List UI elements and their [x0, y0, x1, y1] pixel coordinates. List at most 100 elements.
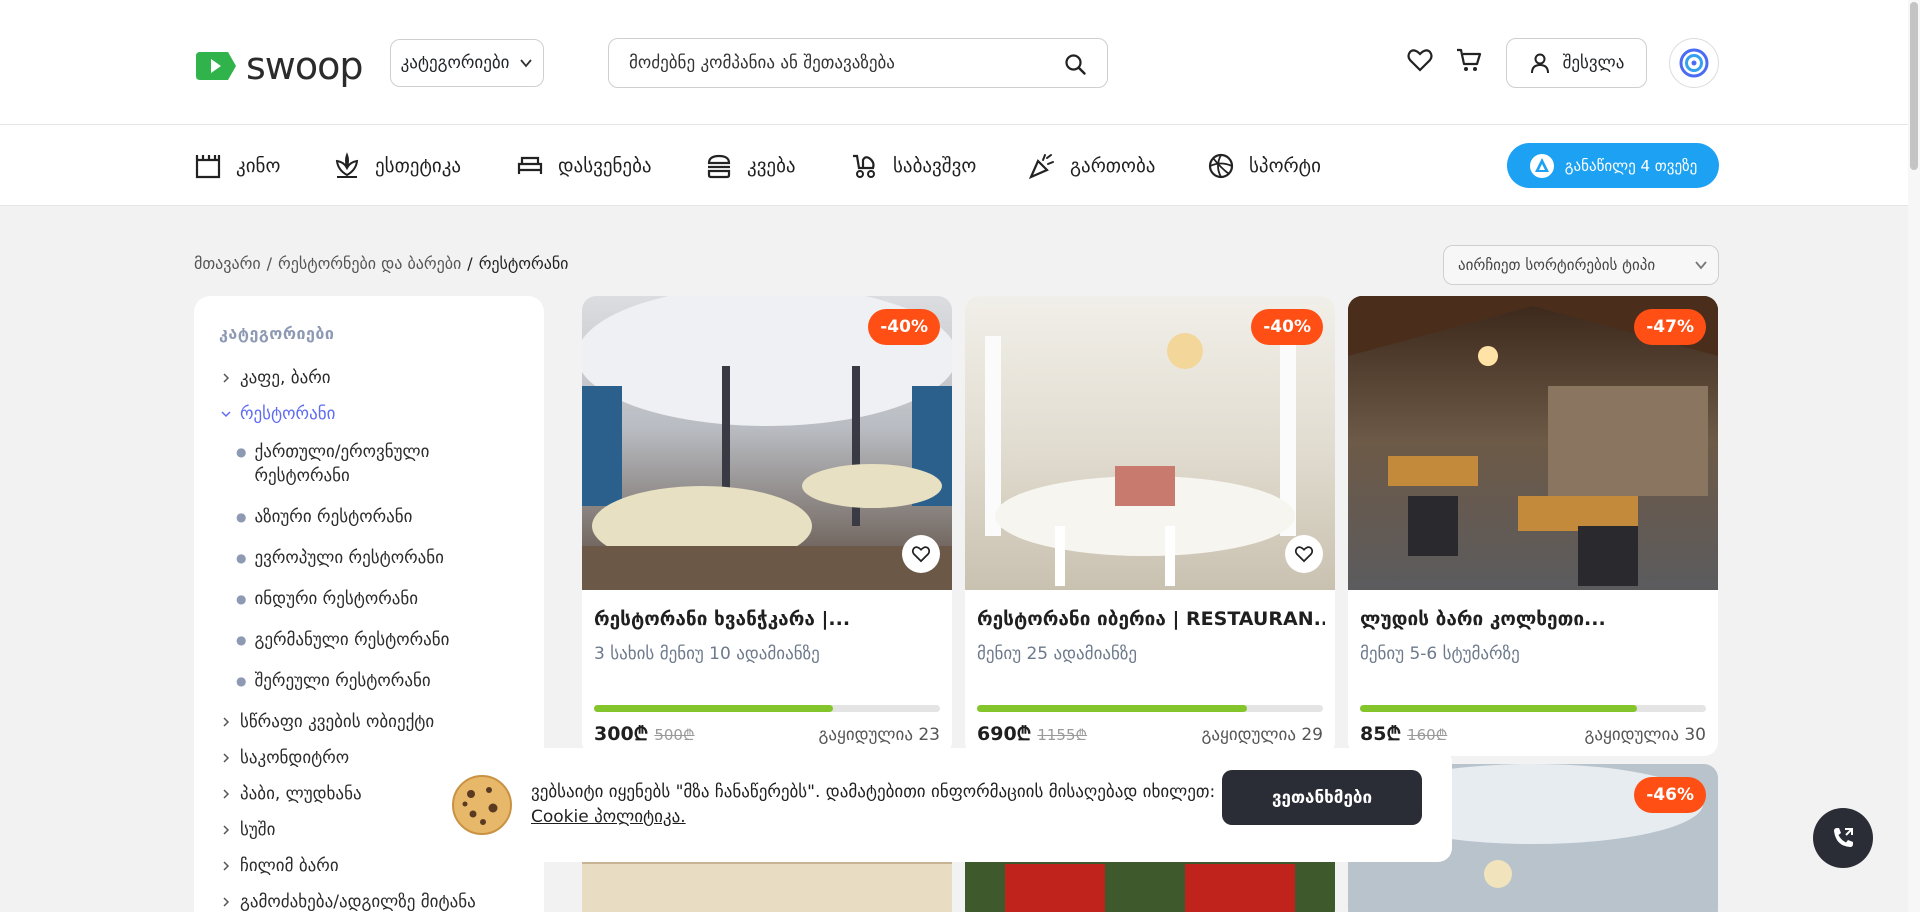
sidebar-subitem[interactable]: ● შერეული რესტორანი — [236, 669, 496, 693]
offer-subtitle: მენიუ 5-6 სტუმარზე — [1360, 644, 1520, 664]
price: 690₾ — [977, 723, 1032, 745]
breadcrumb-restaurants-bars[interactable]: რესტორნები და ბარები — [278, 254, 461, 273]
favorite-button[interactable] — [1285, 535, 1323, 573]
assistant-button[interactable] — [1669, 38, 1719, 88]
categories-dropdown[interactable]: კატეგორიები — [390, 39, 544, 87]
bed-icon — [517, 156, 543, 174]
site-header: swoop კატეგორიები შესვლა — [0, 0, 1908, 125]
price-row: 690₾ 1155₾ გაყიდულია 29 — [977, 720, 1323, 746]
old-price: 160₾ — [1407, 726, 1448, 744]
sold-progress — [1360, 705, 1706, 712]
stroller-icon — [853, 154, 875, 178]
target-icon — [1679, 48, 1709, 78]
nav-item-beauty[interactable]: ესთეტიკა — [333, 152, 461, 180]
old-price: 1155₾ — [1037, 726, 1088, 744]
chevron-right-icon — [223, 717, 230, 727]
price-row: 85₾ 160₾ გაყიდულია 30 — [1360, 720, 1706, 746]
page-scrollbar[interactable] — [1908, 0, 1920, 912]
cinema-icon — [195, 155, 221, 179]
sort-placeholder: აირჩიეთ სორტირების ტიპი — [1458, 256, 1656, 274]
sidebar-title: კატეგორიები — [219, 324, 335, 343]
sidebar-item-cafe-bar[interactable]: კაფე, ბარი — [220, 368, 331, 388]
installment-button[interactable]: განაწილე 4 თვეზე — [1507, 143, 1719, 188]
chevron-right-icon — [223, 861, 230, 871]
chevron-down-icon — [520, 59, 533, 68]
chevron-right-icon — [223, 753, 230, 763]
party-icon — [1028, 154, 1054, 180]
sidebar-item-confectionery[interactable]: საკონდიტრო — [220, 748, 349, 768]
sort-select[interactable]: აირჩიეთ სორტირების ტიპი — [1443, 245, 1719, 285]
categories-label: კატეგორიები — [400, 53, 510, 73]
logo-text: swoop — [246, 44, 363, 88]
sidebar-item-delivery[interactable]: გამოძახება/ადგილზე მიტანა — [220, 892, 476, 912]
sold-progress-fill — [594, 705, 833, 712]
offer-title: რესტორანი იბერია | RESTAURAN... — [977, 608, 1325, 630]
sidebar-subitem[interactable]: ● გერმანული რესტორანი — [236, 628, 496, 652]
phone-icon — [1834, 828, 1853, 847]
nav-item-rest[interactable]: დასვენება — [516, 152, 652, 180]
offer-card[interactable]: -40% რესტორანი ხვანჭკარა |... 3 სახის მე… — [582, 296, 952, 756]
offer-title: ლუდის ბარი კოლხეთი... — [1360, 608, 1606, 630]
offer-card[interactable]: -47% ლუდის ბარი კოლხეთი... მენიუ 5-6 სტუ… — [1348, 296, 1718, 756]
call-button[interactable] — [1813, 808, 1873, 868]
sold-progress-fill — [1360, 705, 1637, 712]
discount-badge: -40% — [868, 309, 940, 345]
sidebar-subitem[interactable]: ● ინდური რესტორანი — [236, 587, 496, 611]
chevron-right-icon — [223, 825, 230, 835]
sidebar-subitem[interactable]: ● ევროპული რესტორანი — [236, 546, 496, 570]
chevron-right-icon — [223, 373, 230, 383]
nav-item-sport[interactable]: სპორტი — [1207, 152, 1321, 180]
beauty-icon — [335, 152, 359, 178]
sold-count: გაყიდულია 23 — [818, 725, 940, 745]
sidebar-item-pub[interactable]: პაბი, ლუდხანა — [220, 784, 362, 804]
breadcrumb-current: რესტორანი — [478, 254, 569, 273]
offer-title: რესტორანი ხვანჭკარა |... — [594, 608, 851, 630]
discount-badge: -47% — [1634, 309, 1706, 345]
sidebar-subitem[interactable]: ● აზიური რესტორანი — [236, 505, 496, 529]
nav-item-entertainment[interactable]: გართობა — [1028, 152, 1155, 180]
accept-cookies-button[interactable]: ვეთანხმები — [1222, 770, 1422, 825]
nav-item-kids[interactable]: საბავშვო — [851, 152, 976, 180]
breadcrumb-home[interactable]: მთავარი — [194, 254, 261, 273]
chevron-right-icon — [223, 789, 230, 799]
heart-icon — [911, 546, 931, 563]
cookie-policy-link[interactable]: Cookie პოლიტიკა. — [531, 807, 686, 827]
discount-badge: -46% — [1634, 777, 1706, 813]
old-price: 500₾ — [654, 726, 695, 744]
cookie-banner: ვებსაიტი იყენებს "მზა ჩანაწერებს". დამატ… — [433, 748, 1452, 862]
price-row: 300₾ 500₾ გაყიდულია 23 — [594, 720, 940, 746]
chevron-down-icon — [1695, 261, 1707, 270]
nav-item-cinema[interactable]: კინო — [194, 152, 280, 180]
sidebar-item-sushi[interactable]: სუში — [220, 820, 275, 840]
cookie-message: ვებსაიტი იყენებს "მზა ჩანაწერებს". დამატ… — [531, 782, 1216, 827]
sold-count: გაყიდულია 29 — [1201, 725, 1323, 745]
login-button[interactable]: შესვლა — [1506, 38, 1647, 88]
user-icon — [1530, 53, 1549, 74]
breadcrumb: მთავარი / რესტორნები და ბარები / რესტორა… — [194, 254, 569, 273]
sidebar-item-restaurant[interactable]: რესტორანი — [220, 404, 335, 424]
logo[interactable]: swoop — [194, 44, 363, 88]
sold-progress-fill — [977, 705, 1247, 712]
heart-icon[interactable] — [1406, 46, 1434, 74]
sidebar-item-fastfood[interactable]: სწრაფი კვების ობიექტი — [220, 712, 434, 732]
favorite-button[interactable] — [902, 535, 940, 573]
search-icon[interactable] — [1063, 52, 1087, 76]
sold-progress — [977, 705, 1323, 712]
nav-item-food[interactable]: კვება — [705, 152, 796, 180]
search-input[interactable] — [629, 39, 1049, 87]
price: 85₾ — [1360, 723, 1402, 745]
chevron-right-icon — [223, 897, 230, 907]
sidebar-item-hookah-bar[interactable]: ჩილიმ ბარი — [220, 856, 339, 876]
offer-card[interactable]: -40% რესტორანი იბერია | RESTAURAN... მენ… — [965, 296, 1335, 756]
login-label: შესვლა — [1562, 53, 1625, 73]
discount-badge: -40% — [1251, 309, 1323, 345]
triangle-logo-icon — [1529, 153, 1554, 178]
scrollbar-thumb[interactable] — [1910, 2, 1918, 170]
cart-icon[interactable] — [1455, 46, 1483, 74]
sidebar-subitem[interactable]: ● ქართული/ეროვნული რესტორანი — [236, 440, 496, 488]
ball-icon — [1208, 153, 1234, 179]
offer-subtitle: 3 სახის მენიუ 10 ადამიანზე — [594, 644, 820, 664]
search-box — [608, 38, 1108, 88]
sold-count: გაყიდულია 30 — [1584, 725, 1706, 745]
offer-subtitle: მენიუ 25 ადამიანზე — [977, 644, 1138, 664]
